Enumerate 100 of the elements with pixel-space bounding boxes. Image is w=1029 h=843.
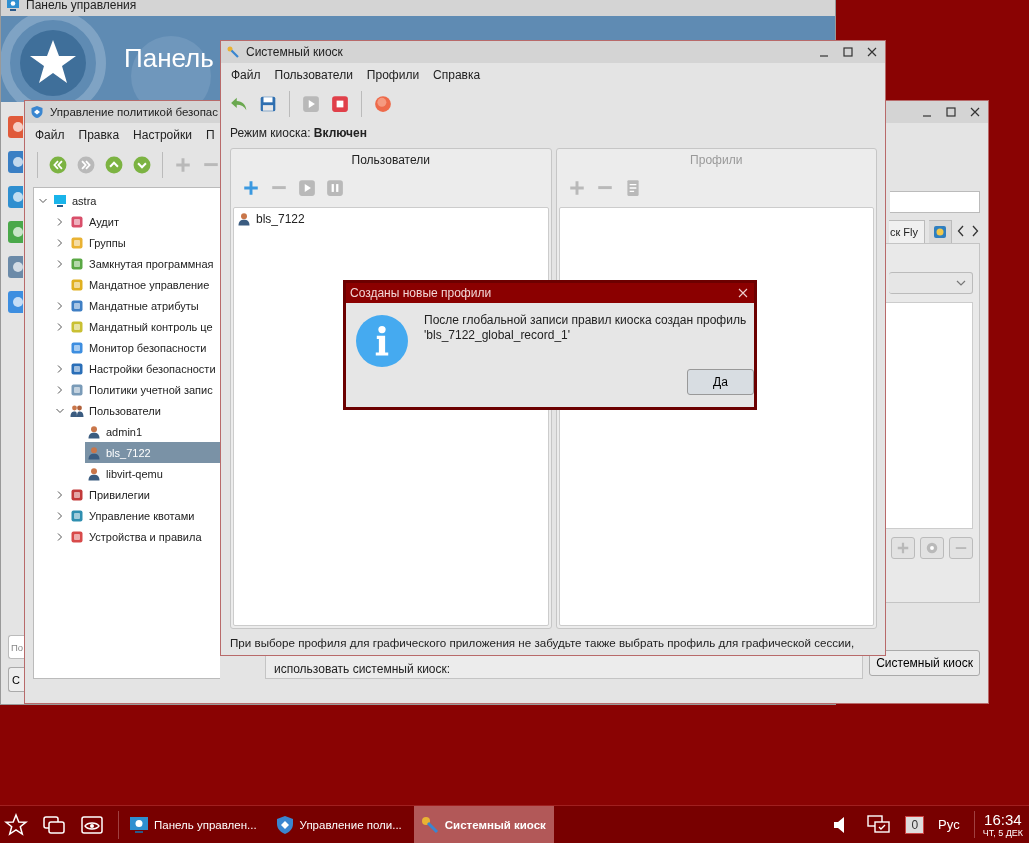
dropdown[interactable] <box>889 272 973 294</box>
menu-item[interactable]: Справка <box>426 68 481 82</box>
module-icon <box>70 382 84 397</box>
chevron-up-icon <box>105 156 123 174</box>
minus-icon <box>954 546 968 550</box>
record-icon <box>374 95 392 113</box>
minus-icon <box>595 186 614 190</box>
user-icon <box>87 445 101 460</box>
module-icon <box>70 298 84 313</box>
minus-icon <box>202 163 220 167</box>
dialog-title: Созданы новые профили <box>350 286 492 300</box>
stop-icon <box>331 95 349 113</box>
up-button[interactable] <box>104 155 124 175</box>
banner-title: Панель <box>124 43 214 74</box>
down-button[interactable] <box>132 155 152 175</box>
app-icon[interactable] <box>7 186 23 208</box>
list-item[interactable]: bls_7122 <box>234 208 548 229</box>
window-title: Системный киоск <box>246 45 343 59</box>
input-field[interactable] <box>890 191 980 213</box>
tree-item[interactable]: Группы <box>68 232 220 253</box>
module-icon <box>70 487 84 502</box>
tree-item[interactable]: libvirt-qemu <box>85 463 220 484</box>
gear-icon <box>925 541 939 555</box>
module-icon <box>70 235 84 250</box>
monitor-gear-icon <box>129 814 149 835</box>
keys-icon <box>226 45 240 59</box>
notification-counter[interactable]: 0 <box>905 815 925 834</box>
tree-item[interactable]: Привилегии <box>68 484 220 505</box>
tab[interactable] <box>929 219 952 243</box>
shield-icon <box>274 814 295 835</box>
task-button[interactable]: Системный киоск <box>413 806 554 843</box>
tree-item[interactable]: Аудит <box>68 211 220 232</box>
button[interactable]: С <box>8 667 24 692</box>
tree-item[interactable]: Монитор безопасности <box>68 337 220 358</box>
tree-item[interactable]: Замкнутая программная <box>68 253 220 274</box>
kiosk-mode-label: Режим киоска: Включен <box>229 125 368 142</box>
tree-item[interactable]: Мандатные атрибуты <box>68 295 220 316</box>
scroll-left-icon[interactable] <box>957 225 965 237</box>
add-button[interactable] <box>241 178 261 198</box>
double-chevron-right-icon <box>77 156 95 174</box>
stop-button[interactable] <box>330 94 350 114</box>
window-title: Панель управления <box>26 0 137 12</box>
tree-item[interactable]: Устройства и правила <box>68 526 220 547</box>
caret-icon <box>956 280 966 286</box>
app-icon[interactable] <box>7 116 23 138</box>
tree-item[interactable]: Политики учетной запис <box>68 379 220 400</box>
window-title: Управление политикой безопас <box>50 106 218 118</box>
plus-icon <box>242 179 260 197</box>
module-icon <box>70 214 84 229</box>
app-icon[interactable] <box>7 221 23 243</box>
module-icon <box>70 508 84 523</box>
task-button[interactable]: Управление поли... <box>268 806 410 843</box>
users-icon <box>70 403 84 418</box>
menu-item[interactable]: Файл <box>28 128 72 142</box>
tree-item[interactable]: Настройки безопасности <box>68 358 220 379</box>
kiosk-icon <box>933 224 947 239</box>
plus-icon <box>567 179 586 197</box>
monitor-gear-icon <box>6 0 20 12</box>
menu-item[interactable]: П <box>198 128 215 142</box>
tab[interactable]: ск Fly <box>888 219 925 243</box>
pause-icon <box>326 179 344 197</box>
maximize-icon[interactable] <box>843 47 853 57</box>
app-icon[interactable] <box>7 291 23 313</box>
info-icon <box>356 315 408 367</box>
app-icon[interactable] <box>7 151 23 173</box>
record-button[interactable] <box>373 94 393 114</box>
menu-item[interactable]: Правка <box>71 128 127 142</box>
module-icon <box>70 361 84 376</box>
scroll-right-icon[interactable] <box>971 225 979 237</box>
tree-item[interactable]: admin1 <box>85 421 220 442</box>
hint-text: При выборе профиля для графического приложения не забудьте также выбрать профиль для графической сессии, <box>229 634 856 651</box>
close-icon[interactable] <box>867 47 877 57</box>
star-icon[interactable] <box>4 812 28 837</box>
task-button[interactable]: Панель управлен... <box>123 806 265 843</box>
app-icon[interactable] <box>7 256 23 278</box>
tree-item[interactable]: Управление квотами <box>68 505 220 526</box>
plus-icon <box>174 156 192 174</box>
tree-item[interactable]: Мандатный контроль це <box>68 316 220 337</box>
tree-item[interactable]: Мандатное управление <box>68 274 220 295</box>
tree-item[interactable]: Пользователи <box>68 400 220 421</box>
clock-date[interactable]: ЧТ, 5 ДЕК <box>982 828 1023 838</box>
tree-item[interactable]: astra <box>51 190 220 211</box>
panel-title: Профили <box>689 152 744 169</box>
yes-button[interactable]: Да <box>687 369 754 395</box>
menu-item[interactable]: Пользователи <box>267 68 360 82</box>
close-icon[interactable] <box>970 107 980 117</box>
module-icon <box>70 256 84 271</box>
system-kiosk-button[interactable]: Системный киоск <box>869 650 980 676</box>
shield-icon <box>30 105 44 119</box>
menu-item[interactable]: Профили <box>359 68 427 82</box>
search-field[interactable]: По <box>8 635 24 659</box>
back-button[interactable] <box>48 155 68 175</box>
keyboard-layout[interactable]: Рус <box>938 817 960 832</box>
module-icon <box>70 277 84 292</box>
plus-icon <box>896 541 910 555</box>
menu-item[interactable]: Файл <box>224 68 268 82</box>
menu-item[interactable]: Настройки <box>126 128 199 142</box>
clock-time[interactable]: 16:34 <box>984 811 1022 828</box>
save-button[interactable] <box>258 94 278 114</box>
maximize-icon[interactable] <box>946 107 956 117</box>
